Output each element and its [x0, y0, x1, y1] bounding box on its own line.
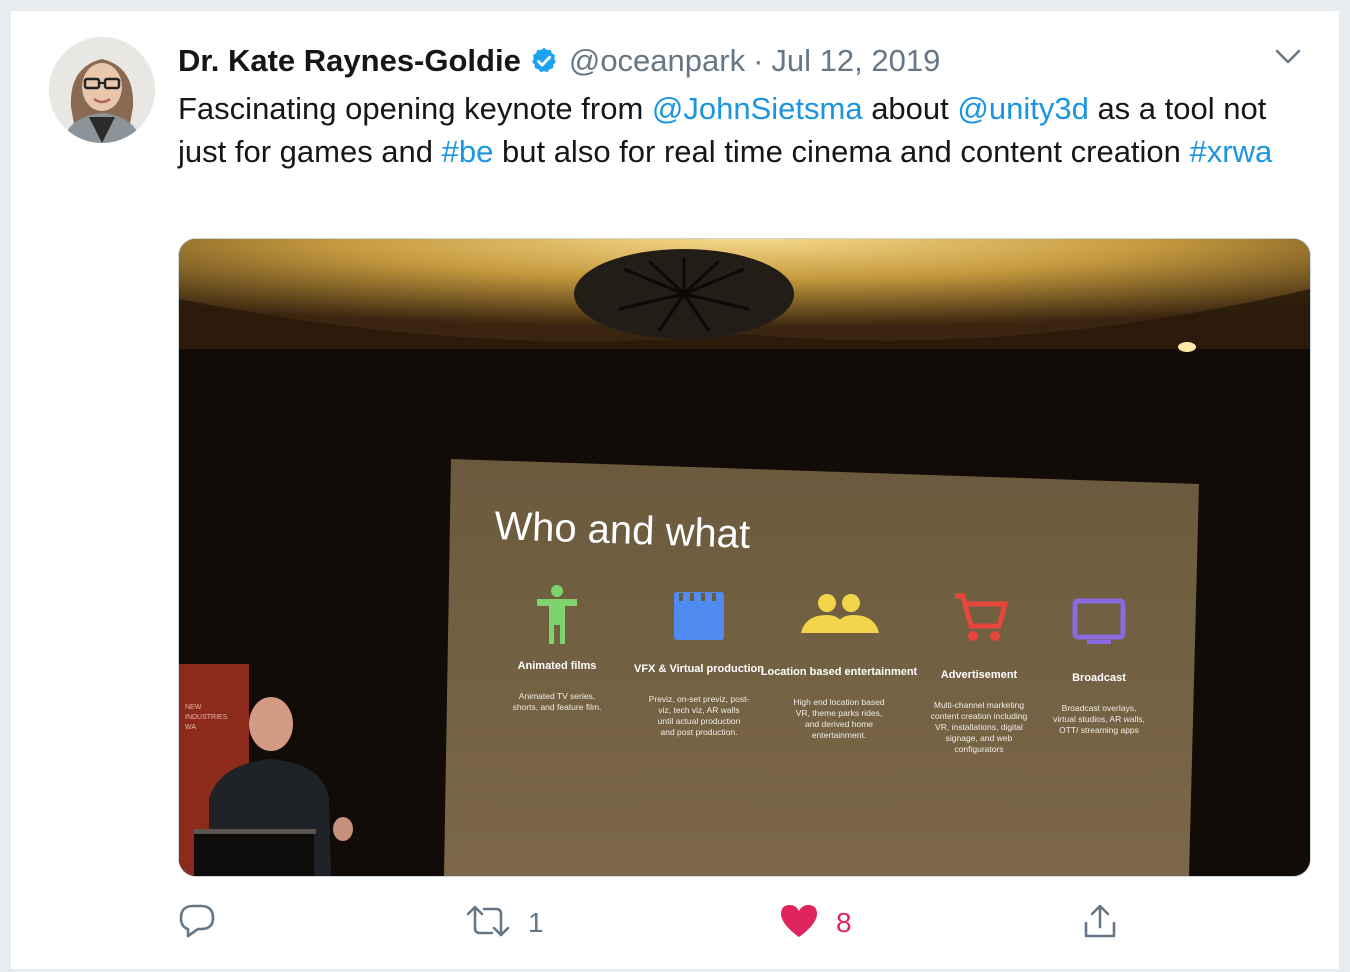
slide-item-title: Broadcast — [1072, 672, 1126, 684]
action-bar: 1 8 — [178, 899, 1298, 947]
slide-item-desc: virtual studios, AR walls, — [1053, 714, 1145, 724]
tweet-text-segment: Fascinating opening keynote from — [178, 91, 652, 126]
slide-item-desc: content creation including — [931, 711, 1028, 721]
slide-item-desc: Multi-channel marketing — [934, 700, 1025, 710]
author-handle[interactable]: @oceanpark — [569, 43, 745, 79]
slide-item-desc: signage, and web — [946, 733, 1013, 743]
tweet-text: Fascinating opening keynote from @JohnSi… — [178, 87, 1318, 173]
lectern-top — [194, 829, 316, 834]
like-button[interactable]: 8 — [780, 899, 852, 947]
retweet-count: 1 — [528, 907, 544, 938]
ceiling-light — [1178, 342, 1196, 352]
tweet-photo[interactable]: Who and what Animated films Animated TV s… — [178, 238, 1311, 877]
tweet-link[interactable]: #be — [442, 134, 494, 169]
separator-dot: · — [753, 43, 764, 78]
slide-item-desc: entertainment. — [812, 730, 866, 740]
chevron-down-icon[interactable] — [1273, 45, 1303, 69]
slide-item-title: Animated films — [518, 660, 597, 672]
slide-item-title: Location based entertainment — [761, 666, 918, 678]
slide-item-desc: shorts, and feature film. — [513, 702, 602, 712]
slide-item-title: VFX & Virtual production — [634, 663, 764, 675]
slide-item-desc: and derived home — [805, 719, 873, 729]
slide-item-desc: until actual production — [658, 716, 741, 726]
share-button[interactable] — [1082, 899, 1118, 947]
reply-button[interactable] — [178, 899, 216, 947]
verified-badge-icon — [529, 46, 559, 76]
slide-item-desc: OTT/ streaming apps — [1059, 725, 1139, 735]
tweet-card[interactable]: Dr. Kate Raynes-Goldie @oceanpark · Jul … — [10, 10, 1340, 970]
slide-item-desc: VR, installations, digital — [935, 722, 1023, 732]
reply-icon — [178, 903, 216, 944]
slide-item-desc: Broadcast overlays, — [1062, 703, 1137, 713]
lectern — [194, 831, 314, 876]
tweet-header: Dr. Kate Raynes-Goldie @oceanpark · Jul … — [178, 39, 940, 83]
heart-icon — [780, 904, 818, 943]
tweet-text-segment: about — [862, 91, 958, 126]
slide-item-desc: Previz, on-set previz, post- — [649, 694, 750, 704]
tweet-date[interactable]: Jul 12, 2019 — [771, 43, 940, 79]
tweet-link[interactable]: #xrwa — [1190, 134, 1273, 169]
banner-logo: NEW — [185, 704, 202, 711]
tweet-link[interactable]: @JohnSietsma — [652, 91, 863, 126]
slide-item-title: Advertisement — [941, 669, 1018, 681]
banner-logo: INDUSTRIES — [185, 714, 228, 721]
slide-title: Who and what — [494, 504, 751, 557]
banner-logo: WA — [185, 724, 196, 731]
slide-item-desc: VR, theme parks rides, — [796, 708, 882, 718]
retweet-icon — [466, 904, 510, 943]
slide-item-desc: viz, tech viz, AR walls — [658, 705, 739, 715]
slide-item-desc: and post production. — [660, 727, 737, 737]
slide-item-desc: High end location based — [793, 697, 884, 707]
tweet-link[interactable]: @unity3d — [957, 91, 1088, 126]
slide-item-desc: configurators — [954, 744, 1003, 754]
slide-item-desc: Animated TV series, — [519, 691, 595, 701]
retweet-button[interactable]: 1 — [466, 899, 544, 947]
like-count: 8 — [836, 907, 852, 938]
avatar[interactable] — [49, 37, 155, 143]
share-icon — [1082, 903, 1118, 944]
tweet-text-segment: but also for real time cinema and conten… — [493, 134, 1190, 169]
author-name[interactable]: Dr. Kate Raynes-Goldie — [178, 43, 521, 79]
clapperboard-icon — [674, 592, 724, 640]
